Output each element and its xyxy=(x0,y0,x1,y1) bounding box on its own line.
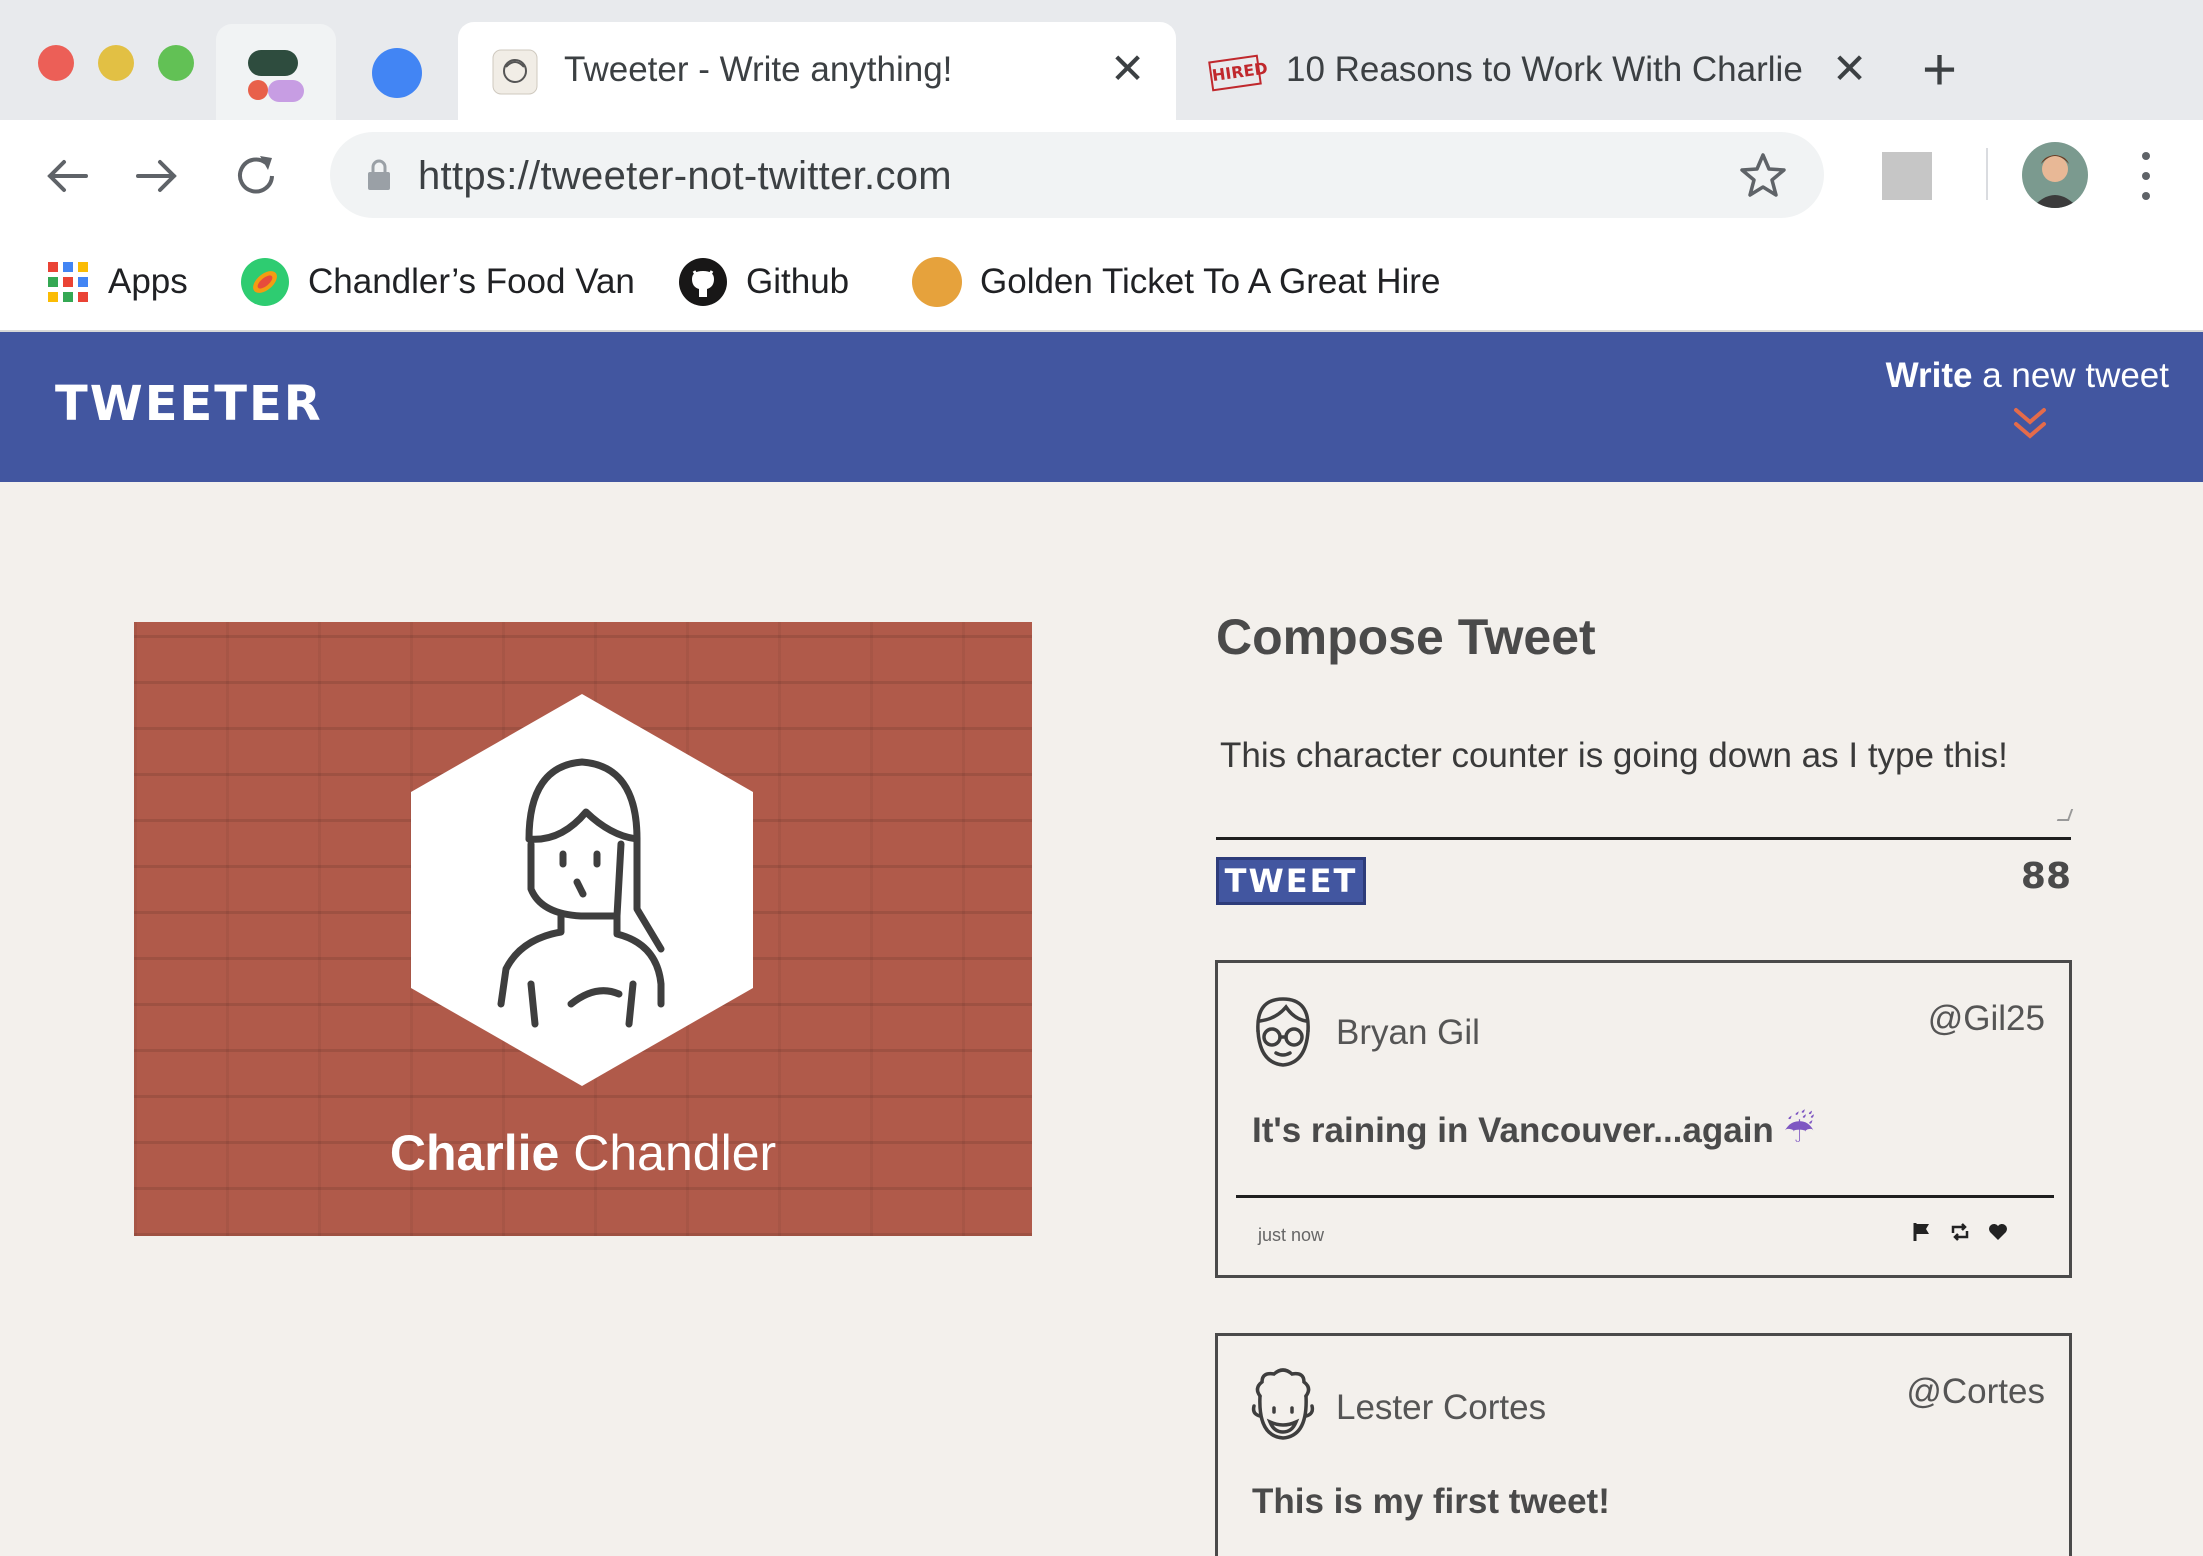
minimize-window-button[interactable] xyxy=(98,45,134,81)
tweet-card: Lester Cortes @Cortes This is my first t… xyxy=(1215,1333,2072,1556)
reload-icon[interactable] xyxy=(228,148,284,204)
write-new-tweet-link[interactable]: Write a new tweet xyxy=(1886,356,2169,396)
maximize-window-button[interactable] xyxy=(158,45,194,81)
tab-title: Tweeter - Write anything! xyxy=(564,50,953,89)
bookmark-github[interactable]: Github xyxy=(678,252,849,312)
bookmark-label: Apps xyxy=(108,262,188,301)
toolbar-divider xyxy=(1986,148,1988,200)
tab-strip: Tweeter - Write anything! ✕ HIRED 10 Rea… xyxy=(0,0,2203,120)
double-chevron-down-icon[interactable] xyxy=(2010,404,2050,444)
new-tab-button[interactable]: + xyxy=(1922,40,1957,100)
flag-icon[interactable] xyxy=(1911,1221,1933,1243)
tweet-card: Bryan Gil @Gil25 It's raining in Vancouv… xyxy=(1215,960,2072,1278)
hired-favicon-icon: HIRED xyxy=(1208,54,1269,92)
tweet-divider xyxy=(1236,1195,2054,1198)
tab-reasons[interactable]: HIRED 10 Reasons to Work With Charlie ✕ xyxy=(1180,22,1880,120)
profile-last-name: Chandler xyxy=(559,1125,777,1181)
bookmarks-bar: Apps Chandler’s Food Van Github Golden T… xyxy=(0,232,2203,332)
apps-grid-icon xyxy=(48,262,88,302)
tweet-body: It's raining in Vancouver...again ☔ xyxy=(1252,1111,1815,1151)
lock-icon xyxy=(368,159,390,190)
extension-icon[interactable] xyxy=(1882,152,1932,200)
bookmark-food-van[interactable]: Chandler’s Food Van xyxy=(240,252,635,312)
hired-stamp-text: HIRED xyxy=(1210,58,1269,86)
tab-close-icon[interactable]: ✕ xyxy=(1832,48,1867,90)
tweet-author-name: Bryan Gil xyxy=(1336,1013,1480,1052)
tweet-author-handle: @Gil25 xyxy=(1927,999,2045,1038)
tweet-body-text: It's raining in Vancouver...again xyxy=(1252,1111,1774,1150)
retweet-icon[interactable] xyxy=(1949,1221,1971,1243)
bookmark-apps[interactable]: Apps xyxy=(46,252,188,312)
bookmark-label: Chandler’s Food Van xyxy=(308,262,635,301)
url-text: https://tweeter-not-twitter.com xyxy=(418,154,952,198)
user-avatar-glasses-icon xyxy=(1256,997,1310,1067)
bookmark-label: Golden Ticket To A Great Hire xyxy=(980,262,1441,301)
profile-hexagon-avatar xyxy=(411,694,753,1086)
profile-first-name: Charlie xyxy=(389,1125,560,1181)
blue-dot-icon xyxy=(372,48,422,98)
character-counter: 88 xyxy=(2020,856,2071,897)
tweet-textarea-text: This character counter is going down as … xyxy=(1220,736,2008,775)
tweeter-favicon-icon xyxy=(492,49,538,95)
tweet-author-name: Lester Cortes xyxy=(1336,1388,1547,1427)
golden-circle-icon xyxy=(912,257,962,307)
profile-card: Charlie Chandler xyxy=(134,622,1032,1236)
browser-menu-icon[interactable] xyxy=(2140,152,2152,200)
profile-name: Charlie Chandler xyxy=(134,1124,1032,1182)
umbrella-rain-icon: ☔ xyxy=(1783,1111,1815,1150)
tab-close-icon[interactable]: ✕ xyxy=(1110,48,1145,90)
bookmark-label: Github xyxy=(746,262,850,301)
tweet-author-handle: @Cortes xyxy=(1906,1372,2045,1411)
tab-tweeter[interactable]: Tweeter - Write anything! ✕ xyxy=(458,22,1176,120)
browser-toolbar: https://tweeter-not-twitter.com xyxy=(0,120,2203,232)
compose-title: Compose Tweet xyxy=(1216,609,1596,665)
food-van-icon xyxy=(241,258,289,306)
person-photo-icon xyxy=(2032,155,2078,208)
write-rest-text: a new tweet xyxy=(1972,356,2169,395)
github-icon xyxy=(679,258,727,306)
tweet-actions xyxy=(1911,1221,2009,1243)
address-bar[interactable]: https://tweeter-not-twitter.com xyxy=(330,132,1824,218)
tab-title: 10 Reasons to Work With Charlie xyxy=(1286,50,1803,89)
user-avatar-curly-icon xyxy=(1251,1368,1315,1440)
forward-arrow-icon[interactable] xyxy=(128,148,184,204)
bookmark-star-icon[interactable] xyxy=(1738,150,1788,200)
tweet-button[interactable]: TWEET xyxy=(1216,857,1366,905)
pinned-tab-app[interactable] xyxy=(216,24,336,120)
resize-handle[interactable] xyxy=(2056,809,2074,821)
write-bold-text: Write xyxy=(1885,356,1973,395)
profile-avatar[interactable] xyxy=(2022,142,2088,208)
site-logo[interactable]: TWEETER xyxy=(55,376,323,432)
back-arrow-icon[interactable] xyxy=(40,148,96,204)
tweet-timestamp: just now xyxy=(1258,1225,1325,1245)
bookmark-golden-ticket[interactable]: Golden Ticket To A Great Hire xyxy=(912,252,1440,312)
heart-icon[interactable] xyxy=(1987,1221,2009,1243)
close-window-button[interactable] xyxy=(38,45,74,81)
site-header: TWEETER Write a new tweet xyxy=(0,332,2203,482)
tweet-textarea[interactable]: This character counter is going down as … xyxy=(1216,718,2074,840)
tweet-body-text: This is my first tweet! xyxy=(1252,1482,1610,1521)
app-logo-icon xyxy=(248,50,304,102)
pinned-tab-blue[interactable] xyxy=(336,24,456,120)
